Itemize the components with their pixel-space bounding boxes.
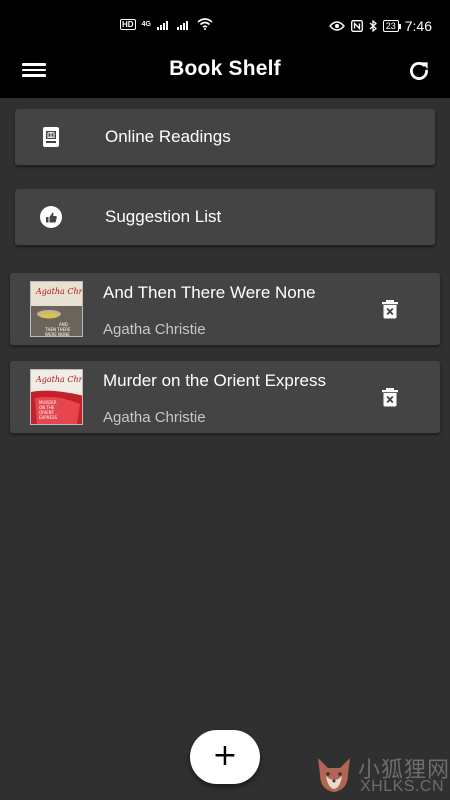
book-item[interactable]: Agatha Christie MURDER ON THE ORIENT EXP… [10,361,440,433]
book-item[interactable]: Agatha Christie AND THEN THERE WERE NONE… [10,273,440,345]
book-cover-art: Agatha Christie AND THEN THERE WERE NONE [31,282,83,337]
signal-icon [156,20,168,30]
book-title: And Then There Were None [103,283,316,302]
wifi-icon [197,18,213,30]
book-cover: Agatha Christie MURDER ON THE ORIENT EXP… [30,369,83,425]
add-book-button[interactable]: + [190,730,260,784]
fox-logo-icon [318,758,350,792]
status-left: HD 4G [120,18,213,30]
online-readings-button[interactable]: Online Readings [15,109,435,165]
cover-author-text: Agatha Christie [35,375,83,384]
cover-author-text: Agatha Christie [35,287,83,296]
status-right: 23 7:46 [328,18,432,34]
hd-badge: HD [120,18,136,30]
book-title: Murder on the Orient Express [103,371,326,390]
watermark-en: XHLKS.CN [360,778,445,795]
plus-icon: + [212,738,238,773]
delete-icon[interactable] [378,297,402,321]
battery-icon: 23 [382,20,401,32]
refresh-icon[interactable] [406,58,432,84]
battery-level: 23 [385,21,396,31]
thumb-up-icon [40,206,62,228]
clock: 7:46 [404,18,432,34]
book-cover-art: Agatha Christie MURDER ON THE ORIENT EXP… [31,370,83,424]
book-author: Agatha Christie [103,321,206,338]
signal-icon-2 [176,20,188,30]
book-cover: Agatha Christie AND THEN THERE WERE NONE [30,281,83,337]
watermark: 小狐狸网 XHLKS.CN [310,748,450,800]
nfc-icon [350,20,363,32]
cover-title-text: WERE NONE [45,332,70,337]
suggestion-list-label: Suggestion List [105,207,222,226]
status-bar: HD 4G 23 7:46 [0,0,450,46]
eye-icon [328,21,345,31]
network-type: 4G [141,20,151,28]
page-title: Book Shelf [169,57,281,80]
delete-icon[interactable] [378,385,402,409]
bluetooth-icon [369,20,377,32]
suggestion-list-button[interactable]: Suggestion List [15,189,435,245]
online-readings-label: Online Readings [105,127,231,146]
app-bar: Book Shelf [0,46,450,98]
cover-title-text: EXPRESS [39,415,58,420]
book-reader-icon [43,127,59,147]
book-author: Agatha Christie [103,409,206,426]
